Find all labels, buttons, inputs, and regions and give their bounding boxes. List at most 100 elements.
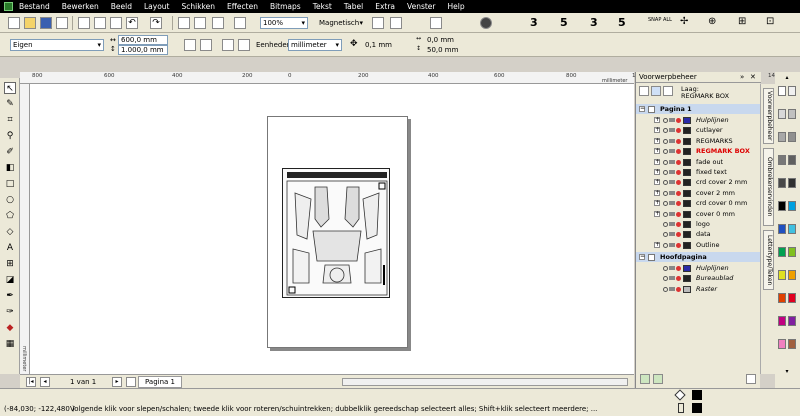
artwork-layout[interactable] [282,168,390,298]
layer-name[interactable]: REGMARKS [696,136,733,146]
expand-icon[interactable]: + [654,117,660,123]
cut-icon[interactable] [78,17,90,29]
palette-color-swatch[interactable] [788,316,796,326]
layer-name[interactable]: Hulplijnen [696,115,729,125]
layer-color-swatch[interactable] [683,285,691,293]
layer-name[interactable]: crd cover 2 mm [696,177,747,187]
printer-icon[interactable] [669,138,675,143]
layer-name[interactable]: logo [696,219,710,229]
ellipse-tool-icon[interactable]: ○ [4,194,16,206]
layer-name[interactable]: Bureaublad [696,273,733,283]
master-page-node[interactable]: − Hoofdpagina [636,252,761,263]
palette-scroll-down-icon[interactable]: ▾ [779,368,795,376]
layer-color-swatch[interactable] [683,275,691,283]
eye-icon[interactable] [663,138,668,144]
add-page-icon[interactable] [126,377,136,387]
welcome-icon[interactable] [234,17,246,29]
menu-tekst[interactable]: Tekst [313,2,332,11]
palette-color-swatch[interactable] [788,132,796,142]
palette-color-swatch[interactable] [788,86,796,96]
page-width-field[interactable]: 600,0 mm [118,35,168,45]
all-pages-icon[interactable] [222,39,234,51]
layer-color-swatch[interactable] [683,200,691,208]
palette-color-swatch[interactable] [788,155,796,165]
palette-color-swatch[interactable] [788,247,796,257]
lock-icon[interactable] [676,138,681,144]
portrait-icon[interactable] [184,39,196,51]
expand-icon[interactable]: + [654,200,660,207]
node-tool-icon[interactable]: ✢ [680,16,688,27]
icon-three-b[interactable]: 3 [590,16,598,29]
palette-color-swatch[interactable] [778,247,786,257]
eye-icon[interactable] [663,266,668,271]
layer-row[interactable]: + cover 2 mm [636,188,761,198]
tab-hints[interactable]: Ombrekerservinden [763,148,774,226]
layer-color-swatch[interactable] [683,189,691,197]
application-launcher-icon[interactable] [212,17,224,29]
layer-color-swatch[interactable] [683,265,691,272]
lock-icon[interactable] [676,286,681,292]
menu-bewerken[interactable]: Bewerken [62,2,99,11]
smear-tool-icon[interactable]: ⊞ [738,16,746,27]
undo-icon[interactable]: ↶ [126,17,138,29]
expand-icon[interactable]: + [654,137,660,144]
palette-color-swatch[interactable] [788,224,796,234]
layer-row[interactable]: + cutlayer [636,125,761,135]
printer-icon[interactable] [669,222,675,226]
collapse-icon[interactable]: » [740,72,744,82]
menu-bitmaps[interactable]: Bitmaps [270,2,301,11]
vertical-ruler[interactable]: millimeter [20,84,30,374]
fill-color-swatch[interactable] [692,390,702,400]
fill-tool-icon[interactable]: ◆ [4,322,16,334]
eye-icon[interactable] [663,159,668,165]
eye-icon[interactable] [663,232,668,238]
menu-help[interactable]: Help [448,2,465,11]
palette-color-swatch[interactable] [778,339,786,349]
lock-icon[interactable] [676,201,681,207]
pick-tool-icon[interactable]: ↖ [4,82,16,94]
eyedropper-icon[interactable]: ✒ [4,290,16,302]
layer-name[interactable]: crd cover 0 mm [696,198,747,208]
layer-row[interactable]: logo [636,219,761,229]
lock-icon[interactable] [676,149,681,155]
redo-icon[interactable]: ↷ [150,17,162,29]
page-height-field[interactable]: 1.000,0 mm [118,45,168,55]
snap-to-select[interactable]: Magnetisch [316,17,366,29]
layer-name[interactable]: REGMARK BOX [696,146,750,156]
lock-icon[interactable] [676,170,681,175]
palette-color-swatch[interactable] [778,224,786,234]
icon-three-a[interactable]: 3 [530,16,538,29]
tab-page-1[interactable]: Pagina 1 [138,376,182,388]
palette-color-swatch[interactable] [788,178,796,188]
master-layer-row[interactable]: Hulplijnen [636,263,761,273]
layer-row[interactable]: + fixed text [636,167,761,177]
menu-tabel[interactable]: Tabel [344,2,363,11]
new-master-layer-icon[interactable] [653,374,663,384]
interactive-tool-icon[interactable]: ◪ [4,274,16,286]
lock-icon[interactable] [676,211,681,217]
first-page-icon[interactable]: |◂ [26,377,36,387]
delete-icon[interactable] [746,374,756,384]
show-properties-icon[interactable] [639,86,649,96]
menu-layout[interactable]: Layout [144,2,170,11]
layer-color-swatch[interactable] [683,179,691,187]
lock-icon[interactable] [676,222,681,227]
printer-icon[interactable] [669,118,675,122]
horizontal-ruler[interactable]: 800 600 400 200 0 200 400 600 800 1000 1… [20,72,782,84]
layer-color-swatch[interactable] [683,221,691,228]
layer-color-swatch[interactable] [683,169,691,176]
eye-icon[interactable] [663,211,668,217]
lock-icon[interactable] [676,266,681,271]
expand-icon[interactable]: + [654,179,660,186]
palette-color-swatch[interactable] [778,178,786,188]
lock-icon[interactable] [676,276,681,282]
collapse-toggle-icon[interactable]: − [639,106,645,112]
expand-icon[interactable]: + [654,169,660,175]
lock-icon[interactable] [676,159,681,165]
export-icon[interactable] [194,17,206,29]
printer-icon[interactable] [669,286,675,291]
layer-row[interactable]: data [636,229,761,239]
layer-row[interactable]: + crd cover 2 mm [636,177,761,187]
printer-icon[interactable] [669,149,675,154]
lock-icon[interactable] [676,118,681,123]
